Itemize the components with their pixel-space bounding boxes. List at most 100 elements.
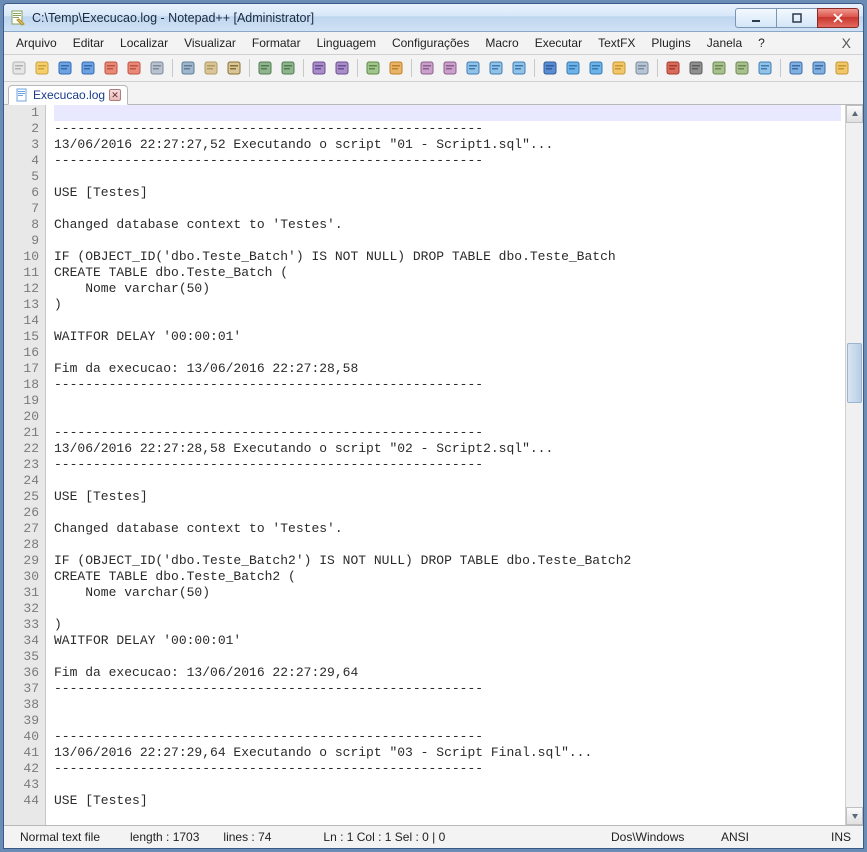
editor-line[interactable]: Nome varchar(50) bbox=[54, 585, 841, 601]
find-icon[interactable] bbox=[308, 57, 330, 79]
scroll-up-button[interactable] bbox=[846, 105, 863, 123]
editor-line[interactable]: ) bbox=[54, 617, 841, 633]
editor-line[interactable]: Fim da execucao: 13/06/2016 22:27:29,64 bbox=[54, 665, 841, 681]
editor-line[interactable] bbox=[54, 649, 841, 665]
play-multi-icon[interactable] bbox=[731, 57, 753, 79]
save-macro-icon[interactable] bbox=[754, 57, 776, 79]
menu-help[interactable]: ? bbox=[750, 34, 773, 52]
menu-textfx[interactable]: TextFX bbox=[590, 34, 643, 52]
open-file-icon[interactable] bbox=[31, 57, 53, 79]
editor-line[interactable] bbox=[54, 201, 841, 217]
editor-line[interactable] bbox=[54, 537, 841, 553]
editor-line[interactable] bbox=[54, 313, 841, 329]
tab-execucao-log[interactable]: Execucao.log ✕ bbox=[8, 85, 128, 105]
editor-line[interactable]: IF (OBJECT_ID('dbo.Teste_Batch') IS NOT … bbox=[54, 249, 841, 265]
editor-line[interactable]: 13/06/2016 22:27:29,64 Executando o scri… bbox=[54, 745, 841, 761]
zoom-out-icon[interactable] bbox=[385, 57, 407, 79]
new-file-icon[interactable] bbox=[8, 57, 30, 79]
editor-line[interactable] bbox=[54, 473, 841, 489]
menu-janela[interactable]: Janela bbox=[699, 34, 750, 52]
editor-line[interactable]: WAITFOR DELAY '00:00:01' bbox=[54, 633, 841, 649]
menu-executar[interactable]: Executar bbox=[527, 34, 590, 52]
save-icon[interactable] bbox=[54, 57, 76, 79]
plugin1-icon[interactable] bbox=[785, 57, 807, 79]
sync-v-icon[interactable] bbox=[416, 57, 438, 79]
menu-linguagem[interactable]: Linguagem bbox=[309, 34, 384, 52]
editor-line[interactable]: WAITFOR DELAY '00:00:01' bbox=[54, 329, 841, 345]
editor-line[interactable]: ----------------------------------------… bbox=[54, 681, 841, 697]
folder-panel-icon[interactable] bbox=[608, 57, 630, 79]
scroll-track[interactable] bbox=[846, 123, 863, 807]
zoom-in-icon[interactable] bbox=[362, 57, 384, 79]
tab-close-button[interactable]: ✕ bbox=[109, 89, 121, 101]
menu-close-x[interactable]: X bbox=[834, 35, 859, 51]
editor-line[interactable]: Changed database context to 'Testes'. bbox=[54, 217, 841, 233]
menu-configuracoes[interactable]: Configurações bbox=[384, 34, 477, 52]
minimize-button[interactable] bbox=[735, 8, 777, 28]
close-file-icon[interactable] bbox=[100, 57, 122, 79]
editor-line[interactable] bbox=[54, 697, 841, 713]
cut-icon[interactable] bbox=[177, 57, 199, 79]
editor-line[interactable]: ----------------------------------------… bbox=[54, 121, 841, 137]
editor-line[interactable]: ----------------------------------------… bbox=[54, 457, 841, 473]
sync-h-icon[interactable] bbox=[439, 57, 461, 79]
editor-line[interactable]: USE [Testes] bbox=[54, 489, 841, 505]
save-all-icon[interactable] bbox=[77, 57, 99, 79]
print-icon[interactable] bbox=[146, 57, 168, 79]
editor-line[interactable]: ----------------------------------------… bbox=[54, 729, 841, 745]
editor-line[interactable] bbox=[54, 713, 841, 729]
editor-line[interactable]: USE [Testes] bbox=[54, 185, 841, 201]
lang-user-icon[interactable] bbox=[539, 57, 561, 79]
all-chars-icon[interactable] bbox=[485, 57, 507, 79]
menu-arquivo[interactable]: Arquivo bbox=[8, 34, 65, 52]
menu-macro[interactable]: Macro bbox=[477, 34, 526, 52]
close-all-icon[interactable] bbox=[123, 57, 145, 79]
editor-line[interactable] bbox=[54, 345, 841, 361]
menu-localizar[interactable]: Localizar bbox=[112, 34, 176, 52]
indent-guide-icon[interactable] bbox=[508, 57, 530, 79]
editor-line[interactable]: ----------------------------------------… bbox=[54, 377, 841, 393]
text-editor[interactable]: ----------------------------------------… bbox=[46, 105, 845, 825]
editor-line[interactable] bbox=[54, 393, 841, 409]
editor-line[interactable]: ----------------------------------------… bbox=[54, 761, 841, 777]
editor-line[interactable]: ) bbox=[54, 297, 841, 313]
vertical-scrollbar[interactable] bbox=[845, 105, 863, 825]
editor-line[interactable] bbox=[54, 409, 841, 425]
editor-line[interactable]: IF (OBJECT_ID('dbo.Teste_Batch2') IS NOT… bbox=[54, 553, 841, 569]
editor-line[interactable]: ----------------------------------------… bbox=[54, 425, 841, 441]
doc-map-icon[interactable] bbox=[562, 57, 584, 79]
stop-macro-icon[interactable] bbox=[685, 57, 707, 79]
monitoring-icon[interactable] bbox=[631, 57, 653, 79]
record-macro-icon[interactable] bbox=[662, 57, 684, 79]
editor-line[interactable] bbox=[54, 169, 841, 185]
paste-icon[interactable] bbox=[223, 57, 245, 79]
play-macro-icon[interactable] bbox=[708, 57, 730, 79]
editor-line[interactable]: CREATE TABLE dbo.Teste_Batch2 ( bbox=[54, 569, 841, 585]
menu-formatar[interactable]: Formatar bbox=[244, 34, 309, 52]
menu-editar[interactable]: Editar bbox=[65, 34, 112, 52]
scroll-down-button[interactable] bbox=[846, 807, 863, 825]
editor-line[interactable] bbox=[54, 601, 841, 617]
maximize-button[interactable] bbox=[776, 8, 818, 28]
editor-line[interactable]: ----------------------------------------… bbox=[54, 153, 841, 169]
editor-line[interactable]: CREATE TABLE dbo.Teste_Batch ( bbox=[54, 265, 841, 281]
undo-icon[interactable] bbox=[254, 57, 276, 79]
redo-icon[interactable] bbox=[277, 57, 299, 79]
menu-visualizar[interactable]: Visualizar bbox=[176, 34, 244, 52]
editor-line[interactable] bbox=[54, 505, 841, 521]
plugin2-icon[interactable] bbox=[808, 57, 830, 79]
editor-line[interactable]: Fim da execucao: 13/06/2016 22:27:28,58 bbox=[54, 361, 841, 377]
editor-line[interactable]: Nome varchar(50) bbox=[54, 281, 841, 297]
editor-line[interactable]: USE [Testes] bbox=[54, 793, 841, 809]
editor-line[interactable] bbox=[54, 105, 841, 121]
dropdown-icon[interactable] bbox=[831, 57, 853, 79]
scroll-thumb[interactable] bbox=[847, 343, 862, 403]
menu-plugins[interactable]: Plugins bbox=[643, 34, 698, 52]
editor-line[interactable]: Changed database context to 'Testes'. bbox=[54, 521, 841, 537]
copy-icon[interactable] bbox=[200, 57, 222, 79]
editor-line[interactable] bbox=[54, 777, 841, 793]
close-button[interactable] bbox=[817, 8, 859, 28]
titlebar[interactable]: C:\Temp\Execucao.log - Notepad++ [Admini… bbox=[4, 4, 863, 32]
word-wrap-icon[interactable] bbox=[462, 57, 484, 79]
editor-line[interactable]: 13/06/2016 22:27:28,58 Executando o scri… bbox=[54, 441, 841, 457]
